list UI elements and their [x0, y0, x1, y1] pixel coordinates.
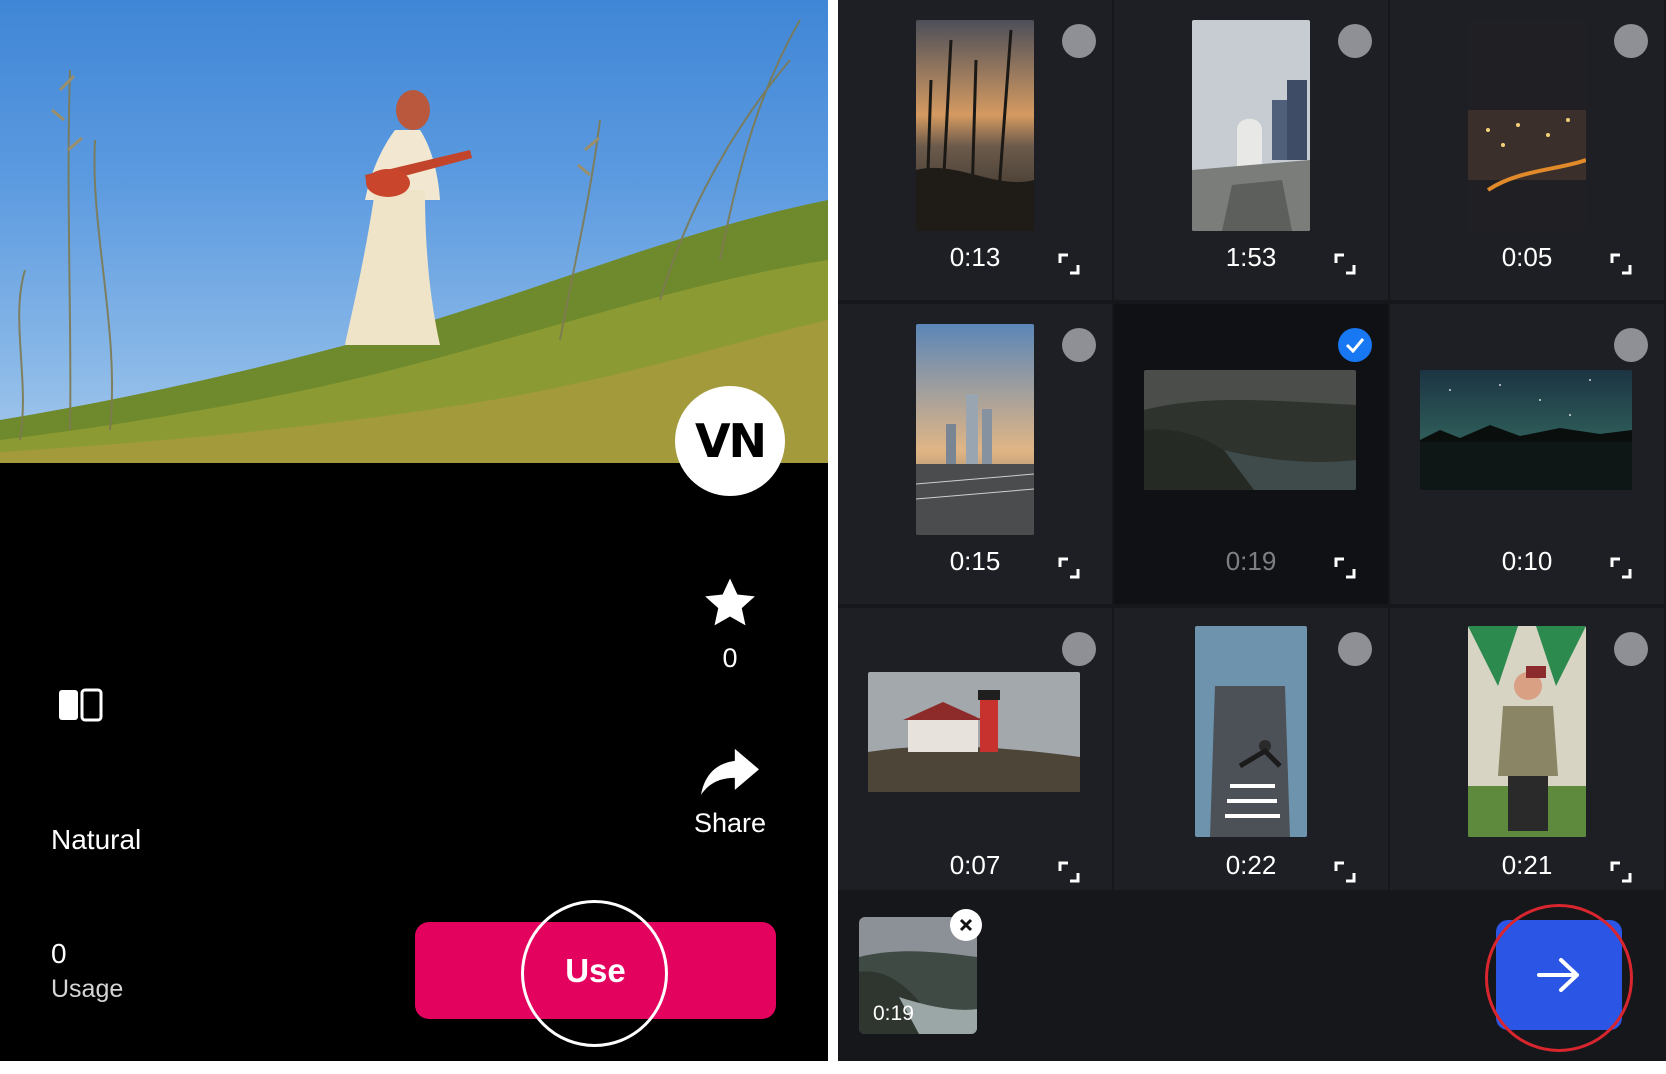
select-radio-checked[interactable] — [1338, 328, 1372, 362]
expand-icon[interactable] — [1058, 861, 1080, 883]
expand-icon[interactable] — [1058, 557, 1080, 579]
use-button-label: Use — [565, 951, 626, 989]
arrow-right-icon — [1537, 958, 1579, 992]
use-button[interactable]: Use — [415, 922, 776, 1019]
split-compare-icon[interactable] — [57, 688, 103, 722]
close-icon — [959, 918, 973, 932]
select-radio[interactable] — [1614, 328, 1648, 362]
media-thumbnail — [1420, 370, 1632, 490]
select-radio[interactable] — [1614, 632, 1648, 666]
media-cell[interactable]: 0:13 — [838, 0, 1112, 300]
vn-logo: VN — [675, 386, 785, 496]
select-radio[interactable] — [1062, 328, 1096, 362]
expand-icon[interactable] — [1610, 253, 1632, 275]
media-thumbnail — [1192, 20, 1310, 231]
media-cell[interactable]: 1:53 — [1114, 0, 1388, 300]
media-thumbnail — [916, 20, 1034, 231]
share-label: Share — [693, 808, 767, 838]
expand-icon[interactable] — [1610, 557, 1632, 579]
media-cell[interactable]: 0:21 — [1390, 608, 1664, 890]
share-arrow-icon — [701, 748, 759, 795]
next-button[interactable] — [1496, 920, 1622, 1030]
usage-label: Usage — [51, 975, 124, 1003]
expand-icon[interactable] — [1058, 253, 1080, 275]
expand-icon[interactable] — [1334, 861, 1356, 883]
filter-name: Natural — [51, 824, 142, 855]
usage-count: 0 — [51, 938, 67, 969]
filter-preview-panel: VN 0 Share Natural 0 Usage Use — [0, 0, 828, 1061]
star-icon — [705, 578, 755, 626]
vn-logo-text: VN — [694, 414, 767, 468]
media-cell[interactable]: 0:05 — [1390, 0, 1664, 300]
favorite-count: 0 — [722, 643, 738, 673]
checkmark-icon — [1345, 338, 1365, 353]
select-radio[interactable] — [1338, 24, 1372, 58]
media-cell[interactable]: 0:22 — [1114, 608, 1388, 890]
expand-icon[interactable] — [1610, 861, 1632, 883]
favorite-button[interactable]: 0 — [680, 573, 780, 674]
media-thumbnail — [868, 672, 1080, 792]
media-thumbnail — [1468, 626, 1586, 837]
media-cell[interactable]: 0:15 — [838, 304, 1112, 604]
media-thumbnail — [916, 324, 1034, 535]
media-picker-panel: 0:13 1:53 0:05 0:15 0:19 0:10 0:07 0:22 … — [838, 0, 1666, 1061]
select-radio[interactable] — [1338, 632, 1372, 666]
share-button[interactable]: Share — [680, 748, 780, 839]
media-thumbnail — [1144, 370, 1356, 490]
expand-icon[interactable] — [1334, 253, 1356, 275]
expand-icon[interactable] — [1334, 557, 1356, 579]
media-cell[interactable]: 0:07 — [838, 608, 1112, 890]
media-thumbnail — [1195, 626, 1307, 837]
media-cell-selected[interactable]: 0:19 — [1114, 304, 1388, 604]
remove-clip-button[interactable] — [950, 909, 982, 941]
select-radio[interactable] — [1614, 24, 1648, 58]
select-radio[interactable] — [1062, 24, 1096, 58]
media-thumbnail — [1468, 20, 1586, 231]
selected-clip-duration: 0:19 — [873, 1002, 914, 1025]
media-cell[interactable]: 0:10 — [1390, 304, 1664, 604]
select-radio[interactable] — [1062, 632, 1096, 666]
